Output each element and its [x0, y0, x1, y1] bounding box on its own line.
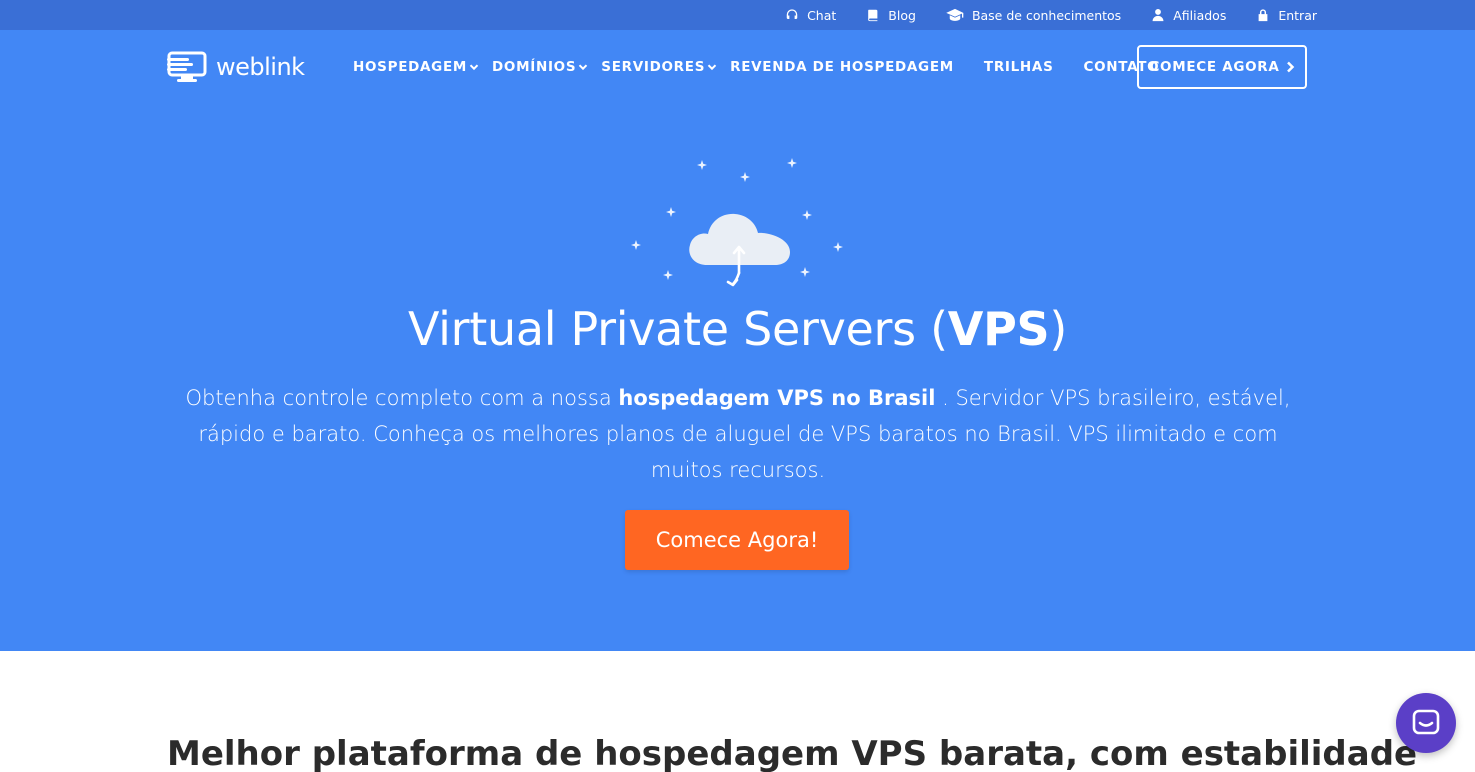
- nav-item-label: DOMÍNIOS: [492, 59, 577, 75]
- top-link-chat[interactable]: Chat: [785, 8, 836, 23]
- sparkle-icon: [740, 172, 750, 182]
- top-link-affiliates[interactable]: Afiliados: [1151, 8, 1226, 23]
- lock-icon: [1258, 9, 1268, 22]
- sparkle-icon: [631, 240, 641, 250]
- chat-widget-button[interactable]: [1396, 693, 1456, 753]
- top-link-label: Entrar: [1278, 7, 1317, 23]
- nav-item-hospedagem[interactable]: HOSPEDAGEM: [353, 59, 479, 75]
- top-link-blog[interactable]: Blog: [866, 8, 916, 23]
- brand-name: weblink: [216, 53, 305, 81]
- top-link-login[interactable]: Entrar: [1256, 8, 1317, 23]
- nav-item-label: REVENDA DE HOSPEDAGEM: [730, 59, 954, 75]
- sparkle-icon: [833, 242, 843, 252]
- comece-agora-nav-button[interactable]: COMECE AGORA: [1137, 45, 1307, 89]
- sparkle-icon: [697, 160, 707, 170]
- sparkle-icon: [802, 210, 812, 220]
- hero-title: Virtual Private Servers (VPS): [0, 302, 1475, 356]
- cloud-upload-illustration: [631, 158, 843, 287]
- hero-subtitle-prefix: Obtenha controle completo com a nossa: [185, 386, 619, 410]
- nav-item-trilhas[interactable]: TRILHAS: [984, 59, 1054, 75]
- nav-item-servidores[interactable]: SERVIDORES: [601, 59, 717, 75]
- graduation-cap-icon: [946, 8, 964, 21]
- hero-subtitle: Obtenha controle completo com a nossa ho…: [178, 380, 1298, 488]
- top-utility-bar: Chat Blog Base de conhecimentos Afiliado…: [0, 0, 1475, 30]
- nav-item-label: HOSPEDAGEM: [353, 59, 468, 75]
- user-icon: [1152, 9, 1164, 22]
- hero-title-prefix: Virtual Private Servers (: [407, 302, 948, 356]
- sparkle-icon: [787, 158, 797, 168]
- nav-item-revenda[interactable]: REVENDA DE HOSPEDAGEM: [730, 59, 954, 75]
- chevron-down-icon: [469, 64, 479, 71]
- chevron-right-icon: [1286, 61, 1294, 73]
- chat-icon: [1412, 709, 1440, 735]
- weblink-logo[interactable]: weblink: [167, 50, 305, 84]
- nav-item-dominios[interactable]: DOMÍNIOS: [492, 59, 588, 75]
- section-title-rest: com estabilidade: [1078, 734, 1418, 772]
- top-link-label: Base de conhecimentos: [971, 7, 1122, 23]
- cta-label: COMECE AGORA: [1149, 59, 1280, 75]
- main-nav: HOSPEDAGEM DOMÍNIOS SERVIDORES REVENDA D…: [353, 51, 1159, 83]
- top-link-label: Chat: [807, 7, 837, 23]
- sparkle-icon: [666, 207, 676, 217]
- top-link-knowledge-base[interactable]: Base de conhecimentos: [946, 8, 1121, 23]
- chevron-down-icon: [579, 64, 588, 71]
- section-title-bold: Melhor plataforma de hospedagem VPS bara…: [167, 734, 1079, 772]
- top-links: Chat Blog Base de conhecimentos Afiliado…: [785, 0, 1317, 30]
- headset-icon: [786, 9, 798, 19]
- weblink-logo-icon: [167, 51, 207, 82]
- comece-agora-hero-button[interactable]: Comece Agora!: [625, 510, 849, 570]
- book-icon: [868, 9, 878, 22]
- top-link-label: Afiliados: [1173, 7, 1227, 23]
- hero-title-bold: VPS: [947, 302, 1050, 356]
- section-title: Melhor plataforma de hospedagem VPS bara…: [167, 734, 1417, 772]
- chevron-down-icon: [707, 64, 717, 71]
- nav-item-label: SERVIDORES: [601, 59, 706, 75]
- nav-item-label: TRILHAS: [983, 59, 1054, 75]
- sparkle-icon: [663, 270, 673, 280]
- sparkle-icon: [800, 267, 810, 277]
- hero-section: weblink HOSPEDAGEM DOMÍNIOS SERVIDORES R…: [0, 30, 1475, 651]
- top-link-label: Blog: [888, 7, 916, 23]
- hero-title-suffix: ): [1049, 302, 1067, 356]
- hero-subtitle-bold[interactable]: hospedagem VPS no Brasil: [618, 386, 935, 410]
